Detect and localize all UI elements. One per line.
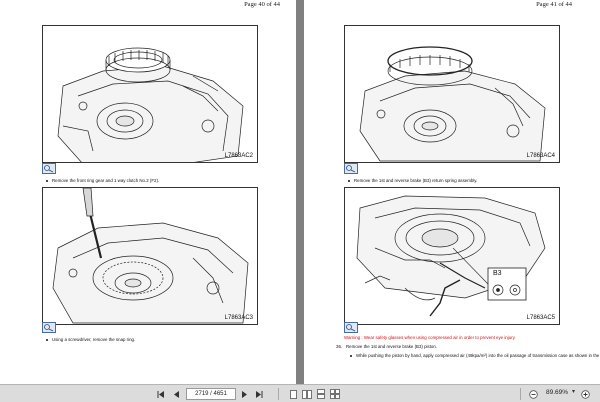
figure-id: L7863AC3 xyxy=(224,315,253,321)
bullet-icon xyxy=(348,179,350,182)
step-bullet-text: While pushing the piston by hand, apply … xyxy=(350,353,599,358)
b3-callout-label: B3 xyxy=(493,270,502,277)
zoom-dropdown-icon[interactable]: ▾ xyxy=(572,388,575,395)
previous-page-icon[interactable] xyxy=(171,389,181,399)
bullet-icon xyxy=(350,354,352,357)
figure-caption: Using a screwdriver, remove the snap rin… xyxy=(46,337,135,342)
next-page-icon[interactable] xyxy=(240,389,250,399)
figure-info-icon[interactable] xyxy=(42,163,56,174)
figure-caption: Remove the 1st and reverse brake (B3) re… xyxy=(348,178,477,183)
document-viewer: Page 40 of 44 L7863AC2 Remove the front … xyxy=(0,0,600,384)
figure-info-icon[interactable] xyxy=(344,163,358,174)
page-left: Page 40 of 44 L7863AC2 Remove the front … xyxy=(0,0,296,384)
transmission-illustration xyxy=(57,47,244,162)
figure-piston-air: B3 L7863AC5 xyxy=(344,187,560,325)
single-page-view-icon[interactable] xyxy=(288,389,298,399)
transmission-illustration xyxy=(52,188,249,324)
zoom-in-icon[interactable] xyxy=(580,389,590,399)
bullet-icon xyxy=(46,179,48,182)
first-page-icon[interactable] xyxy=(156,389,166,399)
two-page-view-icon[interactable] xyxy=(302,389,312,399)
figure-id: L7863AC5 xyxy=(526,315,555,321)
page-number-label: Page 41 of 44 xyxy=(536,1,572,8)
last-page-icon[interactable] xyxy=(254,389,264,399)
toolbar-separator xyxy=(520,388,521,400)
page-right: Page 41 of 44 L7863AC4 Remove the 1st an… xyxy=(304,0,600,384)
figure-id: L7863AC4 xyxy=(526,153,555,159)
figure-info-icon[interactable] xyxy=(344,322,358,333)
viewer-toolbar: 2719 / 4651 89.69% ▾ xyxy=(0,384,600,402)
figure-id: L7863AC2 xyxy=(224,153,253,159)
zoom-level[interactable]: 89.69% xyxy=(546,389,568,396)
figure-front-ring-gear: L7863AC2 xyxy=(42,25,258,163)
transmission-illustration xyxy=(359,46,546,162)
step-number: 36. xyxy=(336,344,343,349)
figure-return-spring: L7863AC4 xyxy=(344,25,560,163)
figure-caption: Remove the front ring gear and 1 way clu… xyxy=(46,178,159,183)
page-number-label: Page 40 of 44 xyxy=(244,1,280,8)
step-text: Remove the 1st and reverse brake (B3) pi… xyxy=(346,344,438,349)
toolbar-separator xyxy=(278,388,279,400)
warning-text: Warning : Wear safety glasses when using… xyxy=(344,335,516,340)
figure-info-icon[interactable] xyxy=(42,322,56,333)
zoom-out-icon[interactable] xyxy=(528,389,538,399)
bullet-icon xyxy=(46,338,48,341)
figure-snap-ring: L7863AC3 xyxy=(42,187,258,325)
continuous-view-icon[interactable] xyxy=(316,389,326,399)
page-number-input[interactable]: 2719 / 4651 xyxy=(186,388,236,400)
transmission-illustration xyxy=(356,195,546,317)
facing-pages-icon[interactable] xyxy=(330,389,340,399)
